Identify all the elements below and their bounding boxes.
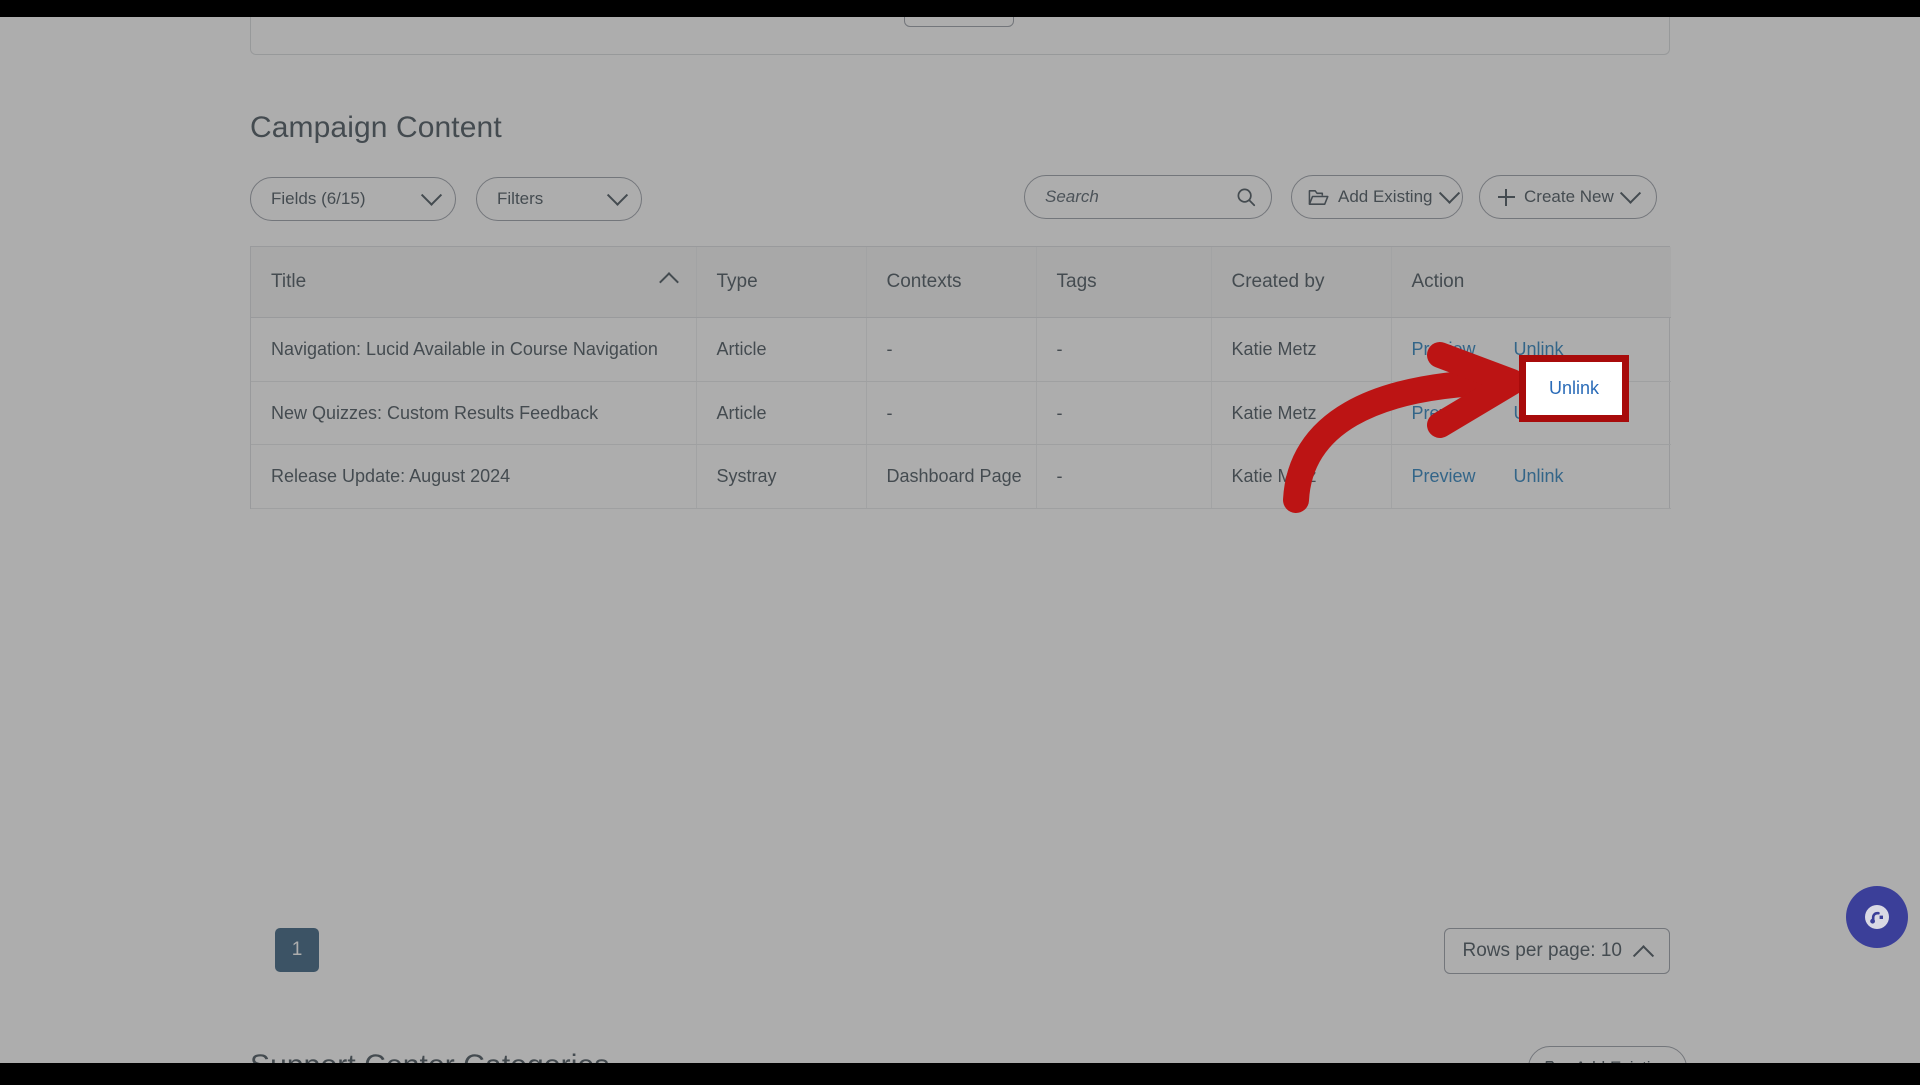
table-row: New Quizzes: Custom Results Feedback Art… (251, 381, 1671, 445)
table-header-row: Title Type Contexts Tags Created by Acti… (251, 247, 1671, 318)
cell-created-by: Katie Metz (1211, 444, 1392, 509)
search-placeholder: Search (1045, 187, 1099, 206)
cell-action: Preview Unlink (1391, 444, 1671, 509)
app-page: Campaign Content Fields (6/15) Filters S… (0, 17, 1920, 1063)
cell-title: Release Update: August 2024 (251, 444, 697, 509)
preview-link[interactable]: Preview (1412, 402, 1476, 425)
cell-tags: - (1036, 317, 1212, 382)
column-header-created-by-label: Created by (1231, 271, 1325, 292)
unlink-link[interactable]: Unlink (1514, 465, 1564, 488)
column-header-type[interactable]: Type (696, 247, 867, 318)
search-icon (1237, 188, 1256, 207)
chevron-down-icon (606, 184, 629, 206)
support-add-existing-button[interactable]: Add Existing (1528, 1046, 1687, 1063)
highlight-box-unlink: Unlink (1519, 355, 1629, 422)
filters-dropdown[interactable]: Filters (476, 177, 642, 221)
fields-dropdown-label: Fields (6/15) (271, 189, 366, 208)
preview-link[interactable]: Preview (1412, 338, 1476, 361)
fields-dropdown[interactable]: Fields (6/15) (250, 177, 456, 221)
page-title: Campaign Content (250, 111, 502, 144)
previous-card-bottom (250, 17, 1670, 55)
filters-dropdown-label: Filters (497, 189, 544, 208)
chevron-down-icon (1438, 182, 1460, 204)
letterbox-bottom (0, 1063, 1920, 1080)
cell-tags: - (1036, 444, 1212, 509)
cell-type: Article (696, 317, 867, 382)
chat-bubble-icon (1865, 905, 1889, 929)
letterbox-top (0, 0, 1920, 17)
column-header-action[interactable]: Action (1391, 247, 1671, 318)
page-1-button[interactable]: 1 (275, 928, 319, 972)
column-header-tags[interactable]: Tags (1036, 247, 1212, 318)
sort-ascending-caret-icon (658, 272, 679, 292)
cell-type: Systray (696, 444, 867, 509)
add-existing-label: Add Existing (1338, 187, 1433, 206)
table-toolbar: Fields (6/15) Filters Search Add Existin… (250, 175, 1670, 223)
table-row: Navigation: Lucid Available in Course Na… (251, 317, 1671, 382)
preview-link[interactable]: Preview (1412, 465, 1476, 488)
search-input[interactable]: Search (1024, 175, 1272, 219)
cell-contexts: - (866, 317, 1037, 382)
previous-card-button[interactable] (904, 17, 1014, 27)
support-center-categories-title: Support Center Categories (250, 1049, 609, 1063)
cell-title: New Quizzes: Custom Results Feedback (251, 381, 697, 445)
rows-per-page-label: Rows per page: 10 (1462, 940, 1623, 961)
folder-icon (1308, 189, 1329, 205)
plus-icon (1498, 188, 1515, 206)
column-header-type-label: Type (716, 271, 758, 292)
cell-type: Article (696, 381, 867, 445)
column-header-action-label: Action (1411, 271, 1465, 292)
column-header-tags-label: Tags (1056, 271, 1097, 292)
cell-contexts: - (866, 381, 1037, 445)
column-header-title[interactable]: Title (251, 247, 697, 318)
pagination-bar: 1 Rows per page: 10 (250, 928, 1670, 988)
chevron-down-icon (1619, 182, 1641, 204)
highlighted-unlink-link[interactable]: Unlink (1549, 378, 1599, 399)
chevron-down-icon (420, 184, 443, 206)
cell-created-by: Katie Metz (1211, 317, 1392, 382)
chevron-up-icon (1632, 944, 1655, 966)
column-header-title-label: Title (271, 271, 307, 292)
cell-contexts: Dashboard Page (866, 444, 1037, 509)
chat-launcher-button[interactable] (1846, 886, 1908, 948)
table-row: Release Update: August 2024 Systray Dash… (251, 444, 1671, 509)
column-header-contexts-label: Contexts (886, 271, 962, 292)
column-header-contexts[interactable]: Contexts (866, 247, 1037, 318)
create-new-label: Create New (1524, 187, 1614, 206)
add-existing-button[interactable]: Add Existing (1291, 175, 1463, 219)
cell-title: Navigation: Lucid Available in Course Na… (251, 317, 697, 382)
cell-created-by: Katie Metz (1211, 381, 1392, 445)
create-new-button[interactable]: Create New (1479, 175, 1657, 219)
rows-per-page-dropdown[interactable]: Rows per page: 10 (1443, 928, 1670, 974)
campaign-content-table: Title Type Contexts Tags Created by Acti… (250, 246, 1671, 509)
cell-tags: - (1036, 381, 1212, 445)
column-header-created-by[interactable]: Created by (1211, 247, 1392, 318)
